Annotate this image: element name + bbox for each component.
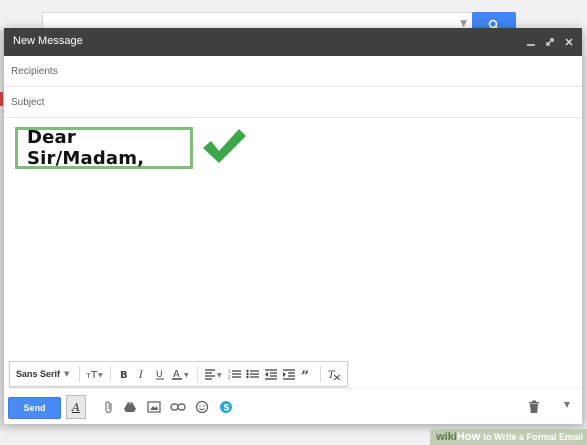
subject-placeholder: Subject <box>11 97 45 108</box>
font-size-button[interactable]: ᴛ T ▼ <box>84 365 106 383</box>
expand-button[interactable] <box>543 35 557 49</box>
toolbar-divider <box>197 366 199 382</box>
compose-titlebar[interactable]: New Message <box>4 28 582 56</box>
text-format-icon: A <box>72 400 80 414</box>
expand-icon <box>546 38 554 46</box>
message-body[interactable]: Dear Sir/Madam, <box>4 119 582 359</box>
close-button[interactable] <box>562 35 576 49</box>
compose-window: New Message Recipients Subject Dear Sir/ <box>4 28 582 424</box>
wikihow-watermark: wikiHow to Write a Formal Email <box>430 429 587 445</box>
svg-text:2: 2 <box>228 375 231 380</box>
svg-text:1: 1 <box>228 369 231 374</box>
indent-less-icon <box>265 369 278 380</box>
svg-text:▼: ▼ <box>98 372 103 379</box>
emoji-icon <box>195 400 209 414</box>
drive-icon <box>124 402 136 412</box>
font-family-select[interactable]: Sans Serif <box>16 369 60 379</box>
link-icon <box>170 403 186 411</box>
remove-formatting-button[interactable]: T <box>325 365 343 383</box>
paperclip-icon <box>105 401 112 414</box>
font-size-icon: ᴛ T ▼ <box>86 370 103 380</box>
italic-button[interactable]: I <box>133 365 151 383</box>
insert-from-drive-button[interactable] <box>121 398 139 416</box>
minimize-button[interactable] <box>524 35 538 49</box>
indent-more-icon <box>283 369 296 380</box>
greeting-text: Dear Sir/Madam, <box>27 127 145 169</box>
greeting-highlight-box: Dear Sir/Madam, <box>15 127 193 169</box>
svg-text:S: S <box>223 404 229 414</box>
indent-more-button[interactable] <box>280 365 298 383</box>
svg-text:▼: ▼ <box>217 372 222 379</box>
underline-icon: U <box>156 370 165 380</box>
svg-text:”: ” <box>301 369 309 380</box>
wikihow-logo-prefix: wiki <box>436 431 457 443</box>
align-icon: ▼ <box>205 369 222 380</box>
wikihow-logo-suffix: How <box>456 431 481 443</box>
text-color-icon: A ▼ <box>172 369 189 380</box>
numbered-list-icon: 12 <box>228 369 242 380</box>
toolbar-divider <box>110 366 112 382</box>
svg-text:T: T <box>328 370 336 380</box>
more-options-chevron-down-icon[interactable]: ▼ <box>564 400 570 409</box>
numbered-list-button[interactable]: 12 <box>226 365 244 383</box>
close-icon <box>565 38 573 46</box>
insert-photo-button[interactable] <box>145 398 163 416</box>
wikihow-article-title: to Write a Formal Email <box>483 432 583 442</box>
skype-call-button[interactable]: S <box>217 398 235 416</box>
wikihow-logo: wikiHow <box>436 431 480 443</box>
svg-text:I: I <box>138 370 144 380</box>
formatting-options-button[interactable]: A <box>66 395 86 419</box>
minimize-icon <box>527 44 535 46</box>
trash-icon <box>529 400 539 413</box>
send-button[interactable]: Send <box>8 397 61 419</box>
attach-files-button[interactable] <box>100 398 118 416</box>
align-button[interactable]: ▼ <box>202 365 226 383</box>
formatting-toolbar: Sans Serif ▼ ᴛ T ▼ B I U A ▼ ▼ 12 ” T <box>9 361 348 387</box>
insert-link-button[interactable] <box>169 398 187 416</box>
compose-action-bar: Send A S ▼ <box>4 388 582 424</box>
svg-text:T: T <box>90 370 98 380</box>
bold-icon: B <box>120 370 128 380</box>
subject-field[interactable]: Subject <box>4 87 582 118</box>
recipients-field[interactable]: Recipients <box>4 56 582 87</box>
bulleted-list-icon <box>246 369 260 379</box>
svg-text:B: B <box>120 370 128 380</box>
text-color-button[interactable]: A ▼ <box>169 365 193 383</box>
indent-less-button[interactable] <box>262 365 280 383</box>
quote-icon: ” <box>301 369 309 380</box>
discard-draft-button[interactable] <box>526 398 542 416</box>
toolbar-divider <box>320 366 322 382</box>
bulleted-list-button[interactable] <box>244 365 262 383</box>
toolbar-divider <box>79 366 81 382</box>
skype-icon: S <box>220 401 232 414</box>
compose-title: New Message <box>13 35 83 47</box>
remove-formatting-icon: T <box>328 370 341 380</box>
checkmark-icon <box>203 129 246 163</box>
svg-text:▼: ▼ <box>184 372 189 379</box>
recipients-placeholder: Recipients <box>11 66 58 77</box>
quote-button[interactable]: ” <box>298 365 316 383</box>
insert-emoji-button[interactable] <box>193 398 211 416</box>
background-marker <box>0 92 3 106</box>
italic-icon: I <box>138 370 144 380</box>
underline-button[interactable]: U <box>151 365 169 383</box>
photo-icon <box>147 401 161 413</box>
font-family-caret-icon[interactable]: ▼ <box>64 370 69 378</box>
bold-button[interactable]: B <box>115 365 133 383</box>
